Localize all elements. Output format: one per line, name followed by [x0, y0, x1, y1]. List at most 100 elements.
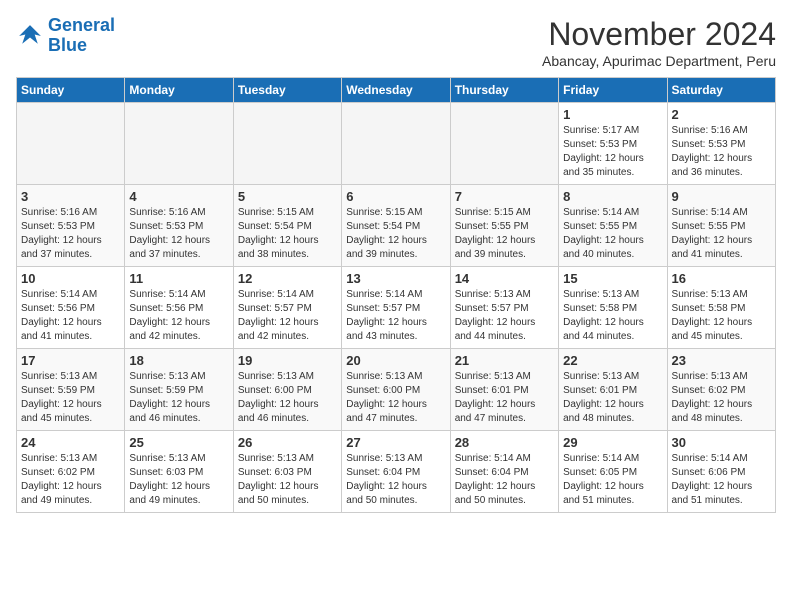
- calendar-cell: 8 Sunrise: 5:14 AM Sunset: 5:55 PM Daylig…: [559, 185, 667, 267]
- calendar-cell: [233, 103, 341, 185]
- day-number: 9: [672, 189, 771, 204]
- calendar-cell: 27Sunrise: 5:13 AM Sunset: 6:04 PM Dayli…: [342, 431, 450, 513]
- calendar-cell: [125, 103, 233, 185]
- calendar-cell: 20 Sunrise: 5:13 AM Sunset: 6:00 PM Dayli…: [342, 349, 450, 431]
- calendar-cell: 4 Sunrise: 5:16 AM Sunset: 5:53 PM Daylig…: [125, 185, 233, 267]
- day-info: Sunrise: 5:13 AM Sunset: 6:00 PM Dayligh…: [346, 370, 445, 426]
- day-number: 13: [346, 271, 445, 286]
- calendar-cell: 23Sunrise: 5:13 AM Sunset: 6:02 PM Dayli…: [667, 349, 775, 431]
- day-number: 30: [672, 435, 771, 450]
- day-info: Sunrise: 5:14 AM Sunset: 6:06 PM Dayligh…: [672, 452, 771, 508]
- day-info: Sunrise: 5:14 AM Sunset: 5:57 PM Dayligh…: [346, 288, 445, 344]
- day-number: 23: [672, 353, 771, 368]
- day-number: 18: [129, 353, 228, 368]
- page-header: General Blue November 2024 Abancay, Apur…: [16, 16, 776, 69]
- calendar-cell: 1Sunrise: 5:17 AM Sunset: 5:53 PM Daylig…: [559, 103, 667, 185]
- day-info: Sunrise: 5:13 AM Sunset: 6:03 PM Dayligh…: [238, 452, 337, 508]
- day-info: Sunrise: 5:13 AM Sunset: 5:57 PM Dayligh…: [455, 288, 554, 344]
- calendar-cell: 18Sunrise: 5:13 AM Sunset: 5:59 PM Dayli…: [125, 349, 233, 431]
- day-number: 7: [455, 189, 554, 204]
- month-title: November 2024: [542, 16, 776, 53]
- day-number: 19: [238, 353, 337, 368]
- calendar-cell: 5 Sunrise: 5:15 AM Sunset: 5:54 PM Daylig…: [233, 185, 341, 267]
- day-info: Sunrise: 5:13 AM Sunset: 5:58 PM Dayligh…: [563, 288, 662, 344]
- logo-text: General Blue: [48, 16, 115, 56]
- day-header-monday: Monday: [125, 78, 233, 103]
- day-info: Sunrise: 5:15 AM Sunset: 5:54 PM Dayligh…: [238, 206, 337, 262]
- day-info: Sunrise: 5:13 AM Sunset: 6:02 PM Dayligh…: [21, 452, 120, 508]
- day-info: Sunrise: 5:13 AM Sunset: 6:04 PM Dayligh…: [346, 452, 445, 508]
- day-info: Sunrise: 5:14 AM Sunset: 6:04 PM Dayligh…: [455, 452, 554, 508]
- calendar-cell: 25 Sunrise: 5:13 AM Sunset: 6:03 PM Dayli…: [125, 431, 233, 513]
- calendar-cell: 6 Sunrise: 5:15 AM Sunset: 5:54 PM Daylig…: [342, 185, 450, 267]
- day-number: 14: [455, 271, 554, 286]
- calendar-cell: 26 Sunrise: 5:13 AM Sunset: 6:03 PM Dayli…: [233, 431, 341, 513]
- day-info: Sunrise: 5:13 AM Sunset: 6:03 PM Dayligh…: [129, 452, 228, 508]
- day-number: 5: [238, 189, 337, 204]
- day-info: Sunrise: 5:14 AM Sunset: 5:55 PM Dayligh…: [563, 206, 662, 262]
- calendar-cell: 15Sunrise: 5:13 AM Sunset: 5:58 PM Dayli…: [559, 267, 667, 349]
- calendar-cell: 22 Sunrise: 5:13 AM Sunset: 6:01 PM Dayli…: [559, 349, 667, 431]
- logo-icon: [16, 22, 44, 50]
- logo: General Blue: [16, 16, 115, 56]
- calendar-cell: 21 Sunrise: 5:13 AM Sunset: 6:01 PM Dayli…: [450, 349, 558, 431]
- day-info: Sunrise: 5:13 AM Sunset: 6:01 PM Dayligh…: [563, 370, 662, 426]
- calendar-cell: [17, 103, 125, 185]
- day-info: Sunrise: 5:17 AM Sunset: 5:53 PM Dayligh…: [563, 124, 662, 180]
- day-header-thursday: Thursday: [450, 78, 558, 103]
- day-number: 17: [21, 353, 120, 368]
- calendar-cell: 29Sunrise: 5:14 AM Sunset: 6:05 PM Dayli…: [559, 431, 667, 513]
- calendar-cell: 28 Sunrise: 5:14 AM Sunset: 6:04 PM Dayli…: [450, 431, 558, 513]
- calendar-week-1: 1Sunrise: 5:17 AM Sunset: 5:53 PM Daylig…: [17, 103, 776, 185]
- day-info: Sunrise: 5:13 AM Sunset: 6:01 PM Dayligh…: [455, 370, 554, 426]
- day-number: 26: [238, 435, 337, 450]
- day-info: Sunrise: 5:13 AM Sunset: 5:58 PM Dayligh…: [672, 288, 771, 344]
- calendar-cell: 24Sunrise: 5:13 AM Sunset: 6:02 PM Dayli…: [17, 431, 125, 513]
- calendar-cell: 2 Sunrise: 5:16 AM Sunset: 5:53 PM Daylig…: [667, 103, 775, 185]
- calendar-cell: 13 Sunrise: 5:14 AM Sunset: 5:57 PM Dayli…: [342, 267, 450, 349]
- day-info: Sunrise: 5:14 AM Sunset: 5:57 PM Dayligh…: [238, 288, 337, 344]
- day-info: Sunrise: 5:13 AM Sunset: 5:59 PM Dayligh…: [21, 370, 120, 426]
- day-header-tuesday: Tuesday: [233, 78, 341, 103]
- day-number: 11: [129, 271, 228, 286]
- calendar-week-3: 10Sunrise: 5:14 AM Sunset: 5:56 PM Dayli…: [17, 267, 776, 349]
- calendar-cell: 9 Sunrise: 5:14 AM Sunset: 5:55 PM Daylig…: [667, 185, 775, 267]
- calendar-cell: 12 Sunrise: 5:14 AM Sunset: 5:57 PM Dayli…: [233, 267, 341, 349]
- calendar-table: SundayMondayTuesdayWednesdayThursdayFrid…: [16, 77, 776, 513]
- day-header-saturday: Saturday: [667, 78, 775, 103]
- day-info: Sunrise: 5:16 AM Sunset: 5:53 PM Dayligh…: [672, 124, 771, 180]
- calendar-cell: [450, 103, 558, 185]
- calendar-week-2: 3 Sunrise: 5:16 AM Sunset: 5:53 PM Daylig…: [17, 185, 776, 267]
- day-info: Sunrise: 5:16 AM Sunset: 5:53 PM Dayligh…: [129, 206, 228, 262]
- day-info: Sunrise: 5:15 AM Sunset: 5:55 PM Dayligh…: [455, 206, 554, 262]
- day-info: Sunrise: 5:14 AM Sunset: 5:56 PM Dayligh…: [21, 288, 120, 344]
- day-info: Sunrise: 5:14 AM Sunset: 5:56 PM Dayligh…: [129, 288, 228, 344]
- calendar-cell: 11 Sunrise: 5:14 AM Sunset: 5:56 PM Dayli…: [125, 267, 233, 349]
- day-info: Sunrise: 5:15 AM Sunset: 5:54 PM Dayligh…: [346, 206, 445, 262]
- day-number: 16: [672, 271, 771, 286]
- day-number: 20: [346, 353, 445, 368]
- calendar-cell: 10Sunrise: 5:14 AM Sunset: 5:56 PM Dayli…: [17, 267, 125, 349]
- title-block: November 2024 Abancay, Apurimac Departme…: [542, 16, 776, 69]
- calendar-week-5: 24Sunrise: 5:13 AM Sunset: 6:02 PM Dayli…: [17, 431, 776, 513]
- day-number: 25: [129, 435, 228, 450]
- day-info: Sunrise: 5:16 AM Sunset: 5:53 PM Dayligh…: [21, 206, 120, 262]
- calendar-cell: 3 Sunrise: 5:16 AM Sunset: 5:53 PM Daylig…: [17, 185, 125, 267]
- day-number: 2: [672, 107, 771, 122]
- day-number: 6: [346, 189, 445, 204]
- day-number: 28: [455, 435, 554, 450]
- day-number: 8: [563, 189, 662, 204]
- day-info: Sunrise: 5:14 AM Sunset: 6:05 PM Dayligh…: [563, 452, 662, 508]
- day-number: 4: [129, 189, 228, 204]
- day-header-friday: Friday: [559, 78, 667, 103]
- day-number: 12: [238, 271, 337, 286]
- calendar-week-4: 17 Sunrise: 5:13 AM Sunset: 5:59 PM Dayli…: [17, 349, 776, 431]
- calendar-header-row: SundayMondayTuesdayWednesdayThursdayFrid…: [17, 78, 776, 103]
- day-number: 21: [455, 353, 554, 368]
- location-subtitle: Abancay, Apurimac Department, Peru: [542, 53, 776, 69]
- calendar-cell: 14 Sunrise: 5:13 AM Sunset: 5:57 PM Dayli…: [450, 267, 558, 349]
- day-number: 3: [21, 189, 120, 204]
- day-number: 22: [563, 353, 662, 368]
- day-header-wednesday: Wednesday: [342, 78, 450, 103]
- day-info: Sunrise: 5:14 AM Sunset: 5:55 PM Dayligh…: [672, 206, 771, 262]
